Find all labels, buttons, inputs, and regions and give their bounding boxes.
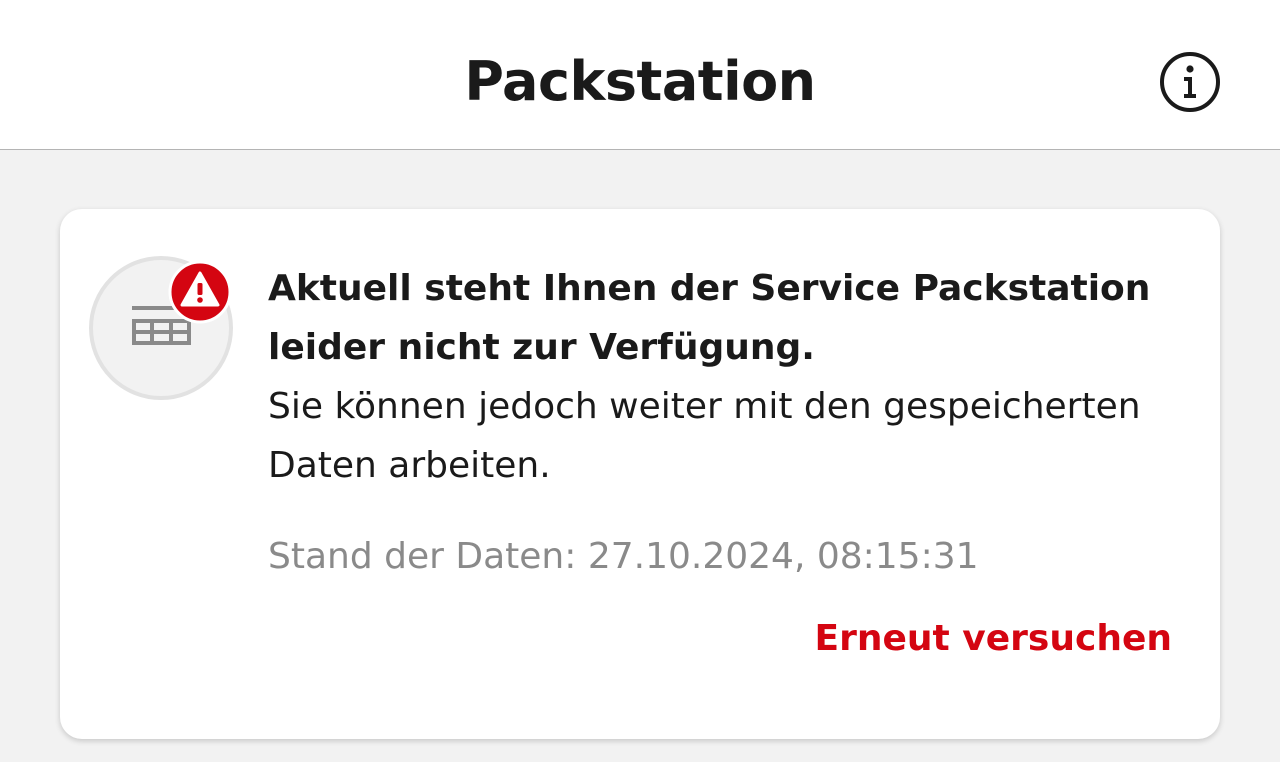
- retry-button[interactable]: Erneut versuchen: [815, 614, 1172, 664]
- service-unavailable-card: Aktuell steht Ihnen der Service Packstat…: [60, 209, 1220, 739]
- app-header: Packstation: [0, 0, 1280, 150]
- message-title: Aktuell steht Ihnen der Service Packstat…: [268, 268, 1151, 368]
- message-text: Aktuell steht Ihnen der Service Packstat…: [268, 259, 1178, 495]
- data-timestamp: Stand der Daten: 27.10.2024, 08:15:31: [268, 536, 979, 577]
- page-title: Packstation: [464, 50, 816, 113]
- warning-triangle-icon: [168, 260, 232, 324]
- info-icon[interactable]: [1159, 51, 1221, 113]
- message-body: Sie können jedoch weiter mit den gespeic…: [268, 386, 1141, 486]
